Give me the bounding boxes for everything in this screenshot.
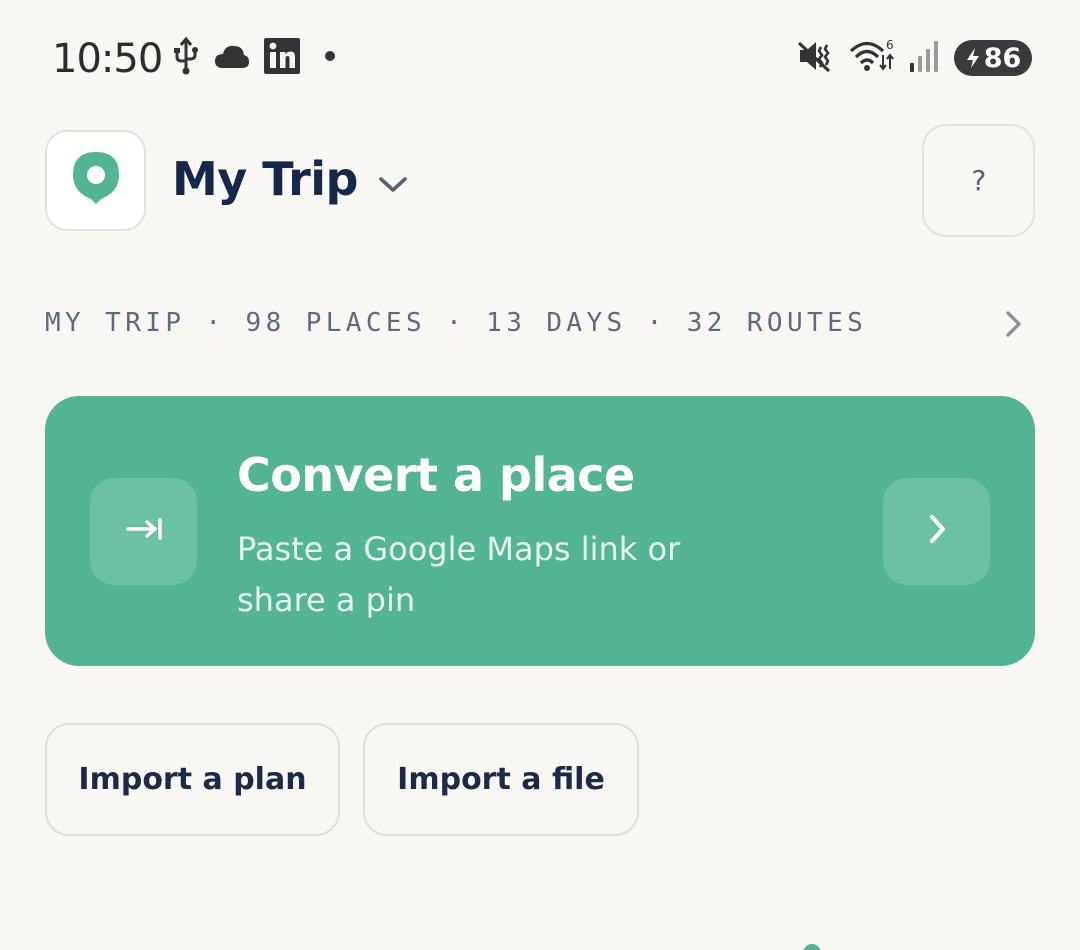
map-pin-icon [70,150,122,211]
usb-icon [172,36,200,81]
bottom-peek-indicator [803,944,821,950]
card-title: Convert a place [237,448,635,502]
import-file-button[interactable]: Import a file [363,723,639,836]
help-button[interactable]: ? [922,124,1035,237]
vibrate-mute-icon [796,39,834,78]
status-left-icons [172,36,344,81]
convert-icon-box [90,478,197,585]
import-plan-label: Import a plan [78,762,307,797]
trip-summary[interactable]: MY TRIP · 98 PLACES · 13 DAYS · 32 ROUTE… [45,308,867,338]
signal-icon [908,39,940,78]
arrow-to-line-icon [125,517,163,546]
status-time: 10:50 [52,36,163,82]
card-subtitle: Paste a Google Maps link or share a pin [237,530,681,619]
app-logo [45,130,146,231]
battery-level: 86 [983,42,1022,74]
import-plan-button[interactable]: Import a plan [45,723,340,836]
trip-name: My Trip [172,152,358,206]
help-label: ? [970,164,987,197]
svg-text:6: 6 [886,38,894,52]
dot-icon [314,46,344,71]
chevron-right-icon [926,513,948,550]
import-file-label: Import a file [397,762,605,797]
battery-icon: 86 [954,40,1032,76]
linkedin-icon [264,37,300,79]
chevron-down-icon [378,152,408,206]
card-arrow-button[interactable] [883,478,990,585]
chevron-right-icon[interactable] [1002,310,1024,343]
status-bar: 10:50 6 86 [0,0,1080,115]
status-right-icons: 6 86 [796,38,1032,78]
convert-place-card[interactable]: Convert a place Paste a Google Maps link… [45,396,1035,666]
wifi-icon: 6 [848,38,894,79]
cloud-icon [214,43,250,74]
trip-selector[interactable]: My Trip [172,152,408,206]
